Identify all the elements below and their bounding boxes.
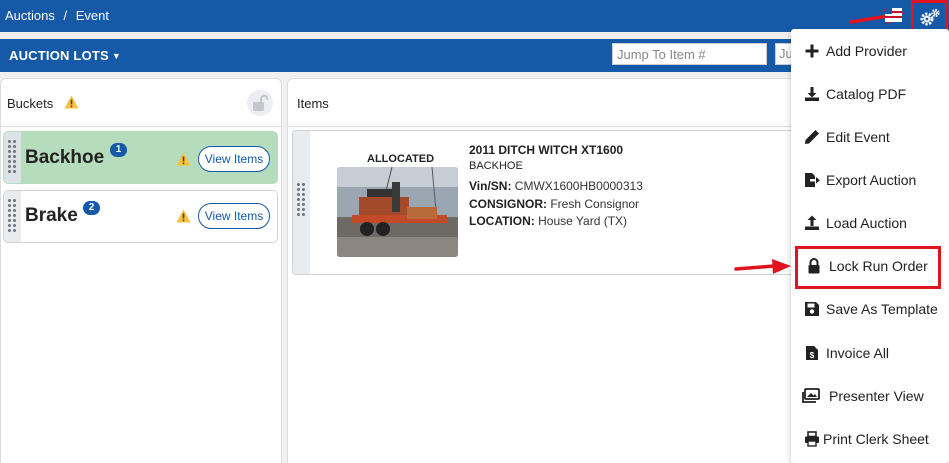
item-photo[interactable] <box>337 167 458 257</box>
flag-icon[interactable] <box>885 8 902 22</box>
consignor-value: Fresh Consignor <box>550 197 640 211</box>
warning-icon <box>176 152 191 166</box>
menu-item-presenter-view[interactable]: Presenter View <box>791 378 949 414</box>
vin-label: Vin/SN: <box>469 179 512 193</box>
item-count-badge: 2 <box>83 201 100 215</box>
menu-label: Presenter View <box>829 388 924 404</box>
menu-item-print-clerk-sheet[interactable]: Print Clerk Sheet <box>791 421 949 457</box>
menu-label: Export Auction <box>826 172 917 188</box>
save-icon <box>805 302 819 316</box>
item-vin: Vin/SN: CMWX1600HB0000313 <box>469 179 643 193</box>
top-navbar: Auctions / Event <box>0 0 949 32</box>
menu-label: Print Clerk Sheet <box>823 431 929 447</box>
file-export-icon <box>805 173 820 187</box>
invoice-icon: $ <box>806 346 818 360</box>
drag-handle-icon[interactable] <box>293 131 310 274</box>
breadcrumb-current: Event <box>75 8 109 23</box>
download-icon <box>805 87 819 101</box>
auction-lots-dropdown[interactable]: AUCTION LOTS ▼ <box>9 48 121 63</box>
breadcrumb-separator: / <box>63 8 68 23</box>
caret-down-icon: ▼ <box>111 51 122 61</box>
menu-item-export-auction[interactable]: Export Auction <box>791 162 949 198</box>
vin-value: CMWX1600HB0000313 <box>514 179 643 193</box>
images-icon <box>802 388 820 403</box>
item-title[interactable]: 2011 DITCH WITCH XT1600 <box>469 143 623 157</box>
auction-lots-label: AUCTION LOTS <box>9 48 109 63</box>
menu-label: Add Provider <box>826 43 907 59</box>
unlock-icon <box>253 94 268 111</box>
svg-text:$: $ <box>810 351 815 360</box>
menu-item-edit-event[interactable]: Edit Event <box>791 119 949 155</box>
breadcrumb: Auctions / Event <box>5 8 114 23</box>
unlock-button[interactable] <box>247 90 273 116</box>
menu-label: Edit Event <box>826 129 890 145</box>
items-panel: Items ALLOCATED 2011 DITCH WITCH XT1600 … <box>287 78 807 463</box>
buckets-panel: Buckets Backhoe 1 View Items Brake 2 Vie… <box>0 78 282 463</box>
drag-handle-icon[interactable] <box>4 132 21 183</box>
item-count-badge: 1 <box>110 143 127 157</box>
warning-icon <box>176 209 191 223</box>
annotation-highlight-box <box>795 246 941 289</box>
bucket-name: Brake <box>25 205 78 226</box>
buckets-panel-header: Buckets <box>1 79 281 127</box>
item-card[interactable]: ALLOCATED 2011 DITCH WITCH XT1600 BACKHO… <box>292 130 802 275</box>
menu-item-save-as-template[interactable]: Save As Template <box>791 291 949 327</box>
menu-label: Save As Template <box>826 301 938 317</box>
print-icon <box>805 431 819 447</box>
pencil-icon <box>805 130 819 144</box>
bucket-backhoe[interactable]: Backhoe 1 View Items <box>3 131 278 184</box>
items-title: Items <box>297 96 329 111</box>
view-items-button[interactable]: View Items <box>198 146 270 172</box>
menu-item-catalog-pdf[interactable]: Catalog PDF <box>791 76 949 112</box>
items-panel-header: Items <box>288 79 806 127</box>
view-items-button[interactable]: View Items <box>198 203 270 229</box>
location-value: House Yard (TX) <box>538 214 628 228</box>
menu-label: Load Auction <box>826 215 907 231</box>
menu-label: Invoice All <box>826 345 890 361</box>
item-consignor: CONSIGNOR: Fresh Consignor <box>469 197 639 211</box>
breadcrumb-auctions-link[interactable]: Auctions <box>5 8 55 23</box>
warning-icon <box>64 95 79 109</box>
consignor-label: CONSIGNOR: <box>469 197 547 211</box>
jump-to-item-input[interactable] <box>612 43 767 65</box>
upload-icon <box>805 215 819 230</box>
bucket-brake[interactable]: Brake 2 View Items <box>3 190 278 243</box>
gears-icon <box>920 8 940 26</box>
item-category: BACKHOE <box>469 160 523 172</box>
plus-icon <box>805 44 819 58</box>
menu-label: Catalog PDF <box>826 86 907 102</box>
drag-handle-icon[interactable] <box>4 191 21 242</box>
location-label: LOCATION: <box>469 214 535 228</box>
menu-item-invoice-all[interactable]: $ Invoice All <box>791 335 949 371</box>
menu-item-load-auction[interactable]: Load Auction <box>791 205 949 241</box>
item-location: LOCATION: House Yard (TX) <box>469 214 627 228</box>
bucket-name: Backhoe <box>25 147 105 168</box>
item-status: ALLOCATED <box>367 153 435 165</box>
annotation-arrow-menu <box>734 259 791 274</box>
menu-item-add-provider[interactable]: Add Provider <box>791 33 949 69</box>
buckets-title: Buckets <box>7 96 54 111</box>
